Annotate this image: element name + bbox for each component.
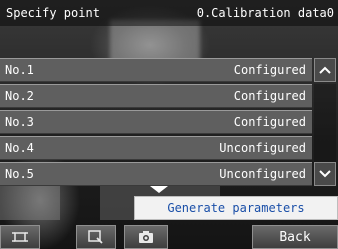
point-status: Unconfigured bbox=[219, 141, 306, 155]
title-bar: Specify point 0.Calibration data0 bbox=[0, 0, 338, 26]
point-number: No.5 bbox=[5, 167, 34, 181]
scroll-down-button[interactable] bbox=[314, 162, 336, 186]
scroll-up-button[interactable] bbox=[314, 58, 336, 82]
fit-frame-icon bbox=[12, 232, 28, 242]
point-list: No.1 Configured No.2 Configured No.3 Con… bbox=[0, 58, 312, 188]
chevron-up-icon bbox=[319, 66, 331, 74]
camera-button[interactable] bbox=[124, 225, 168, 249]
point-status: Unconfigured bbox=[219, 167, 306, 181]
back-button[interactable]: Back bbox=[252, 225, 338, 249]
selection-pointer-icon bbox=[150, 186, 168, 193]
point-number: No.2 bbox=[5, 89, 34, 103]
bottom-toolbar: Back bbox=[0, 225, 338, 249]
point-status: Configured bbox=[233, 89, 306, 103]
page-title: Specify point bbox=[6, 6, 100, 20]
chevron-down-icon bbox=[319, 170, 331, 178]
calibration-data-label: 0.Calibration data0 bbox=[196, 6, 334, 20]
zoom-button[interactable] bbox=[76, 225, 116, 249]
point-row-1[interactable]: No.1 Configured bbox=[0, 58, 312, 82]
point-row-2[interactable]: No.2 Configured bbox=[0, 84, 312, 108]
point-row-4[interactable]: No.4 Unconfigured bbox=[0, 136, 312, 160]
scroll-track bbox=[314, 84, 336, 162]
point-number: No.3 bbox=[5, 115, 34, 129]
generate-parameters-button[interactable]: Generate parameters bbox=[134, 196, 338, 220]
zoom-icon bbox=[88, 230, 103, 244]
point-number: No.1 bbox=[5, 63, 34, 77]
point-number: No.4 bbox=[5, 141, 34, 155]
point-row-3[interactable]: No.3 Configured bbox=[0, 110, 312, 134]
point-row-5[interactable]: No.5 Unconfigured bbox=[0, 162, 312, 186]
point-status: Configured bbox=[233, 63, 306, 77]
camera-icon bbox=[139, 231, 153, 243]
point-status: Configured bbox=[233, 115, 306, 129]
fit-frame-button[interactable] bbox=[0, 225, 40, 249]
